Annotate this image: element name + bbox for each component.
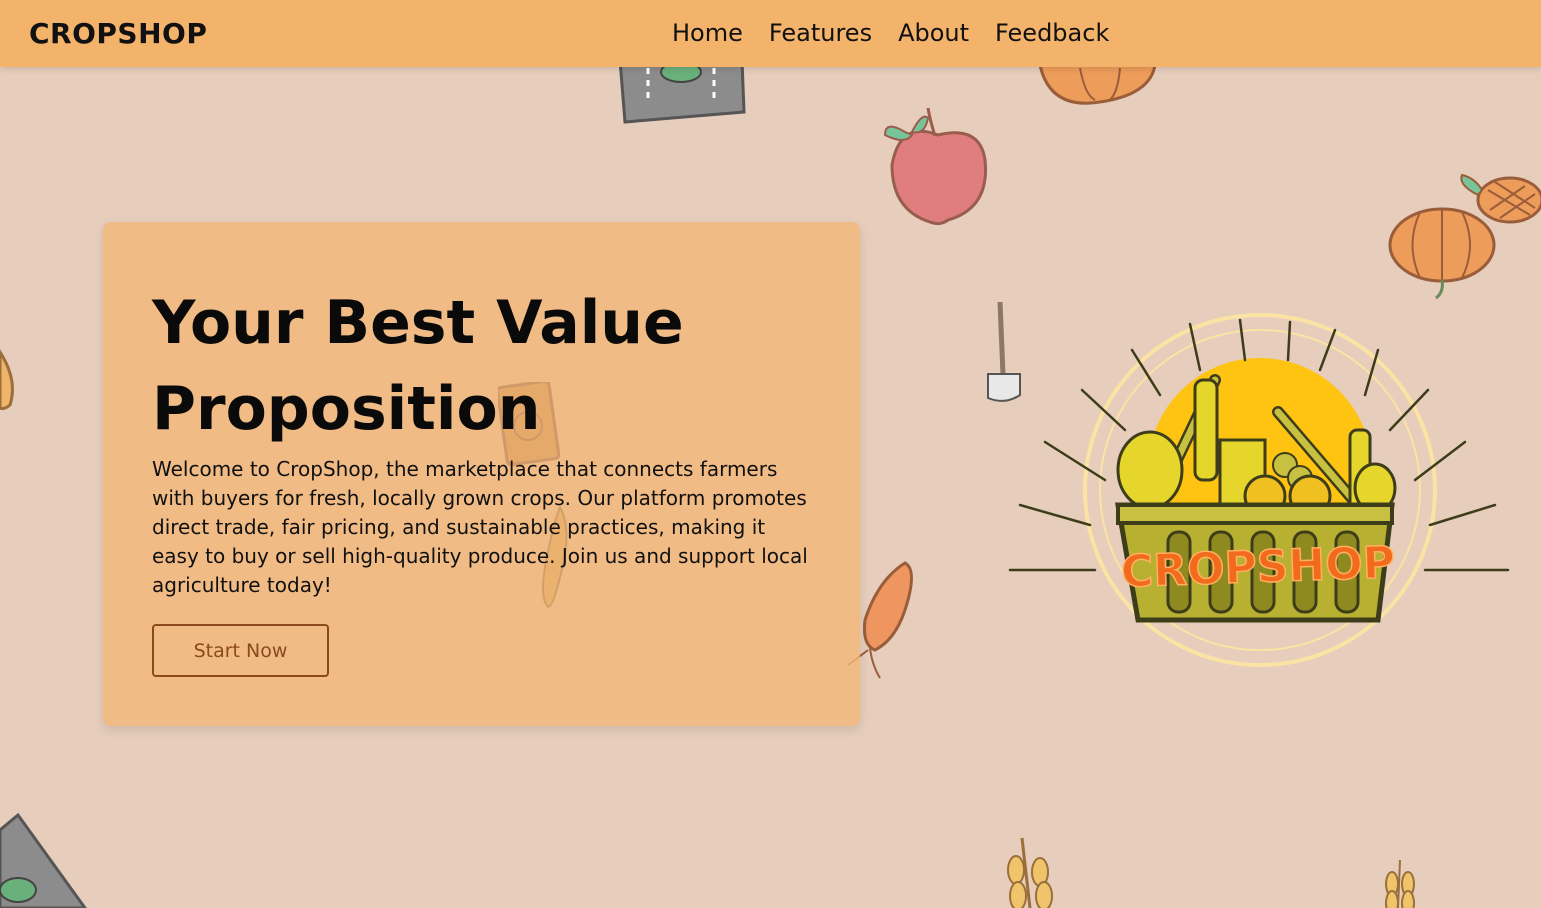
logo-text: CROPSHOP — [1120, 537, 1396, 598]
hero-card: Your Best Value Proposition Welcome to C… — [103, 222, 860, 726]
corn-icon — [0, 349, 14, 411]
seed-packet-icon — [0, 812, 87, 908]
hero-title: Your Best Value Proposition — [152, 280, 772, 452]
nav-links: Home Features About Feedback — [672, 19, 1109, 47]
pumpkin-icon — [1038, 63, 1157, 105]
nav-link-about[interactable]: About — [898, 19, 969, 47]
nav-link-home[interactable]: Home — [672, 19, 743, 47]
pumpkin-icon — [1388, 207, 1496, 300]
brand-logo-link[interactable]: CROPSHOP — [29, 17, 207, 50]
nav-link-features[interactable]: Features — [769, 19, 872, 47]
hero-description: Welcome to CropShop, the marketplace tha… — [152, 457, 808, 597]
apple-icon — [883, 107, 988, 226]
cropshop-logo: CROPSHOP — [1000, 300, 1520, 680]
nav-link-feedback[interactable]: Feedback — [995, 19, 1109, 47]
hero-title-line2: Proposition — [152, 374, 541, 444]
top-navbar: CROPSHOP Home Features About Feedback — [0, 0, 1541, 67]
start-now-button[interactable]: Start Now — [152, 624, 329, 677]
basket-logo-icon: CROPSHOP — [1008, 313, 1510, 667]
wheat-icon — [1007, 837, 1053, 908]
wheat-icon — [1385, 859, 1415, 908]
hero-title-line1: Your Best Value — [152, 288, 684, 358]
seed-packet-icon — [618, 58, 746, 124]
